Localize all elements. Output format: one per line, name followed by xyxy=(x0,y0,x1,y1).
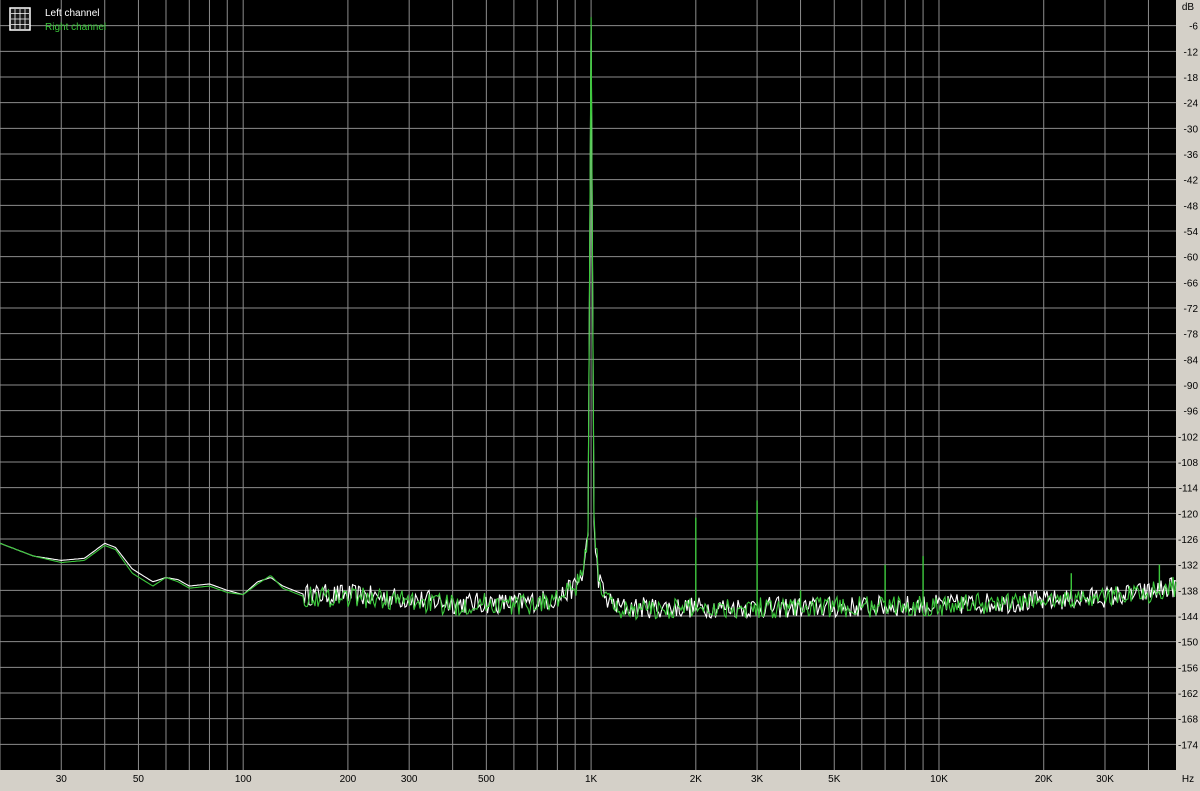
y-tick-label: -162 xyxy=(1178,689,1198,700)
x-unit-label: Hz xyxy=(1182,774,1194,785)
y-tick-label: -102 xyxy=(1178,432,1198,443)
x-tick-label: 2K xyxy=(690,774,703,785)
x-tick-label: 50 xyxy=(133,774,145,785)
x-tick-label: 500 xyxy=(478,774,495,785)
y-tick-label: -66 xyxy=(1184,278,1199,289)
y-tick-label: -138 xyxy=(1178,586,1198,597)
x-tick-label: 3K xyxy=(751,774,764,785)
x-tick-label: 1K xyxy=(585,774,598,785)
y-tick-label: -84 xyxy=(1184,355,1199,366)
y-tick-label: -120 xyxy=(1178,509,1198,520)
y-tick-label: -132 xyxy=(1178,561,1198,572)
y-tick-label: -30 xyxy=(1184,124,1199,135)
y-unit-label: dB xyxy=(1182,2,1195,13)
x-tick-labels: 30 50 100 200 300 500 1K 2K 3K 5K 10K 20K 30K xyxy=(56,774,1115,785)
y-tick-label: -144 xyxy=(1178,612,1198,623)
legend-entry-left: Left channel xyxy=(45,8,100,19)
y-tick-label: -24 xyxy=(1184,99,1199,110)
y-tick-label: -42 xyxy=(1184,176,1199,187)
x-tick-label: 200 xyxy=(340,774,357,785)
y-tick-label: -12 xyxy=(1184,47,1199,58)
grid-icon[interactable] xyxy=(9,7,31,31)
y-tick-label: -174 xyxy=(1178,740,1198,751)
y-tick-label: -96 xyxy=(1184,407,1199,418)
spectrum-analyzer: -6 -12 -18 -24 -30 -36 -42 -48 -54 -60 -66 -72 -78 -8… xyxy=(0,0,1200,786)
x-tick-label: 300 xyxy=(401,774,418,785)
x-tick-label: 100 xyxy=(235,774,252,785)
y-tick-label: -108 xyxy=(1178,458,1198,469)
x-tick-label: 5K xyxy=(828,774,841,785)
y-tick-label: -114 xyxy=(1179,484,1199,495)
y-tick-label: -126 xyxy=(1178,535,1198,546)
x-tick-label: 20K xyxy=(1035,774,1053,785)
spectrum-chart: -6 -12 -18 -24 -30 -36 -42 -48 -54 -60 -66 -72 -78 -8… xyxy=(0,0,1198,785)
y-tick-label: -48 xyxy=(1184,201,1199,212)
y-tick-label: -60 xyxy=(1184,253,1199,264)
y-tick-label: -150 xyxy=(1178,638,1198,649)
y-tick-label: -6 xyxy=(1189,22,1198,33)
legend-entry-right: Right channel xyxy=(45,22,106,33)
x-tick-label: 10K xyxy=(930,774,948,785)
y-tick-label: -54 xyxy=(1184,227,1199,238)
y-tick-labels: -6 -12 -18 -24 -30 -36 -42 -48 -54 -60 -66 -72 -78 -8… xyxy=(1178,22,1198,752)
y-tick-label: -18 xyxy=(1184,73,1199,84)
y-tick-label: -78 xyxy=(1184,330,1199,341)
y-tick-label: -156 xyxy=(1178,663,1198,674)
x-tick-label: 30K xyxy=(1096,774,1114,785)
y-tick-label: -168 xyxy=(1178,715,1198,726)
y-tick-label: -72 xyxy=(1184,304,1199,315)
y-tick-label: -36 xyxy=(1184,150,1199,161)
y-tick-label: -90 xyxy=(1184,381,1199,392)
x-tick-label: 30 xyxy=(56,774,68,785)
